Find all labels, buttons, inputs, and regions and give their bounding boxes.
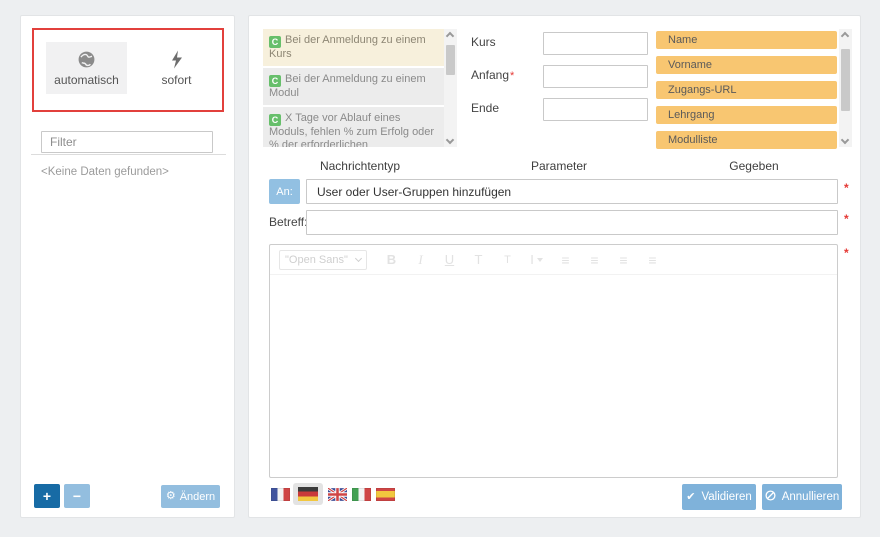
- chevron-down-icon[interactable]: [841, 136, 849, 144]
- gear-icon: ⚙: [166, 491, 176, 502]
- given-field-zugangs-url[interactable]: Zugangs-URL: [656, 81, 837, 99]
- globe-icon: [77, 50, 96, 69]
- language-flag-french[interactable]: [271, 488, 290, 501]
- column-header-parameter: Parameter: [479, 159, 639, 173]
- divider: [31, 154, 226, 155]
- notification-config-panel: CBei der Anmeldung zu einem Kurs CBei de…: [248, 15, 861, 518]
- chevron-down-icon: [355, 254, 362, 261]
- recipient-input[interactable]: [306, 179, 838, 204]
- editor-toolbar: "Open Sans" B I U T T I ≡ ≡ ≡ ≡: [270, 245, 837, 275]
- check-icon: ✔: [686, 492, 695, 503]
- text-color-icon[interactable]: I: [522, 252, 551, 267]
- required-marker: *: [510, 70, 514, 82]
- empty-state-text: <Keine Daten gefunden>: [41, 166, 169, 178]
- given-field-vorname[interactable]: Vorname: [656, 56, 837, 74]
- align-right-icon[interactable]: ≡: [609, 252, 638, 268]
- given-list-scrollbar[interactable]: [839, 29, 852, 147]
- mode-sofort-button[interactable]: sofort: [136, 42, 217, 94]
- betreff-label: Betreff:: [269, 215, 307, 229]
- mode-sofort-label: sofort: [161, 73, 191, 87]
- required-marker: *: [844, 246, 849, 260]
- anfang-input[interactable]: [543, 65, 648, 88]
- scrollbar-thumb[interactable]: [446, 45, 455, 75]
- given-field-name[interactable]: Name: [656, 31, 837, 49]
- add-button[interactable]: +: [34, 484, 60, 508]
- remove-button[interactable]: −: [64, 484, 90, 508]
- language-flag-italian[interactable]: [352, 488, 371, 501]
- change-button-label: Ändern: [180, 491, 215, 503]
- ende-label: Ende: [471, 101, 499, 115]
- font-size-up-icon[interactable]: T: [464, 252, 493, 267]
- language-flag-spanish[interactable]: [376, 488, 395, 501]
- validate-button-label: Validieren: [701, 491, 751, 503]
- caret-down-icon: [537, 258, 543, 262]
- notification-type-item-kurs[interactable]: CBei der Anmeldung zu einem Kurs: [263, 29, 444, 66]
- italic-icon[interactable]: I: [406, 252, 435, 268]
- notification-type-item-modul[interactable]: CBei der Anmeldung zu einem Modul: [263, 68, 444, 105]
- chevron-up-icon[interactable]: [841, 32, 849, 40]
- mode-automatisch-label: automatisch: [54, 73, 119, 87]
- language-flag-english[interactable]: [328, 488, 347, 501]
- an-button[interactable]: An:: [269, 179, 300, 204]
- kurs-label: Kurs: [471, 35, 496, 49]
- chevron-down-icon[interactable]: [446, 136, 454, 144]
- notification-list-scrollbar[interactable]: [444, 29, 457, 147]
- course-badge-icon: C: [269, 36, 281, 48]
- given-field-modulliste[interactable]: Modulliste: [656, 131, 837, 149]
- anfang-label: Anfang*: [471, 68, 514, 82]
- notification-type-item-ablauf[interactable]: CX Tage vor Ablauf eines Moduls, fehlen …: [263, 107, 444, 147]
- left-panel: automatisch sofort <Keine Daten gefunden…: [20, 15, 235, 518]
- mode-selection-highlight: automatisch sofort: [32, 28, 224, 112]
- required-marker: *: [844, 212, 849, 226]
- bold-icon[interactable]: B: [377, 252, 406, 267]
- align-left-icon[interactable]: ≡: [551, 252, 580, 268]
- subject-input[interactable]: [306, 210, 838, 235]
- cancel-button-label: Annullieren: [782, 491, 840, 503]
- course-badge-icon: C: [269, 114, 281, 126]
- ende-input[interactable]: [543, 98, 648, 121]
- language-flag-german[interactable]: [298, 487, 318, 501]
- font-size-down-icon[interactable]: T: [493, 254, 522, 266]
- course-badge-icon: C: [269, 75, 281, 87]
- message-editor[interactable]: "Open Sans" B I U T T I ≡ ≡ ≡ ≡: [269, 244, 838, 478]
- editor-content-area[interactable]: [270, 275, 837, 478]
- font-family-select[interactable]: "Open Sans": [279, 250, 367, 270]
- given-field-lehrgang[interactable]: Lehrgang: [656, 106, 837, 124]
- font-family-value: "Open Sans": [285, 254, 348, 266]
- notification-type-label: Bei der Anmeldung zu einem Modul: [269, 73, 426, 99]
- chevron-up-icon[interactable]: [446, 32, 454, 40]
- scrollbar-thumb[interactable]: [841, 49, 850, 111]
- underline-icon[interactable]: U: [435, 252, 464, 267]
- notification-type-list: CBei der Anmeldung zu einem Kurs CBei de…: [263, 29, 444, 147]
- validate-button[interactable]: ✔ Validieren: [682, 484, 756, 510]
- change-button[interactable]: ⚙ Ändern: [161, 485, 220, 508]
- required-marker: *: [844, 181, 849, 195]
- align-center-icon[interactable]: ≡: [580, 252, 609, 268]
- list-icon[interactable]: ≡: [638, 252, 667, 268]
- notification-type-label: Bei der Anmeldung zu einem Kurs: [269, 34, 426, 60]
- cancel-button[interactable]: Annullieren: [762, 484, 842, 510]
- mode-automatisch-button[interactable]: automatisch: [46, 42, 127, 94]
- lightning-icon: [171, 50, 183, 69]
- column-header-gegeben: Gegeben: [659, 159, 849, 173]
- filter-input[interactable]: [41, 131, 213, 153]
- kurs-input[interactable]: [543, 32, 648, 55]
- cancel-icon: [765, 490, 776, 504]
- notification-type-label: X Tage vor Ablauf eines Moduls, fehlen %…: [269, 112, 434, 147]
- column-header-nachrichtentyp: Nachrichtentyp: [263, 159, 457, 173]
